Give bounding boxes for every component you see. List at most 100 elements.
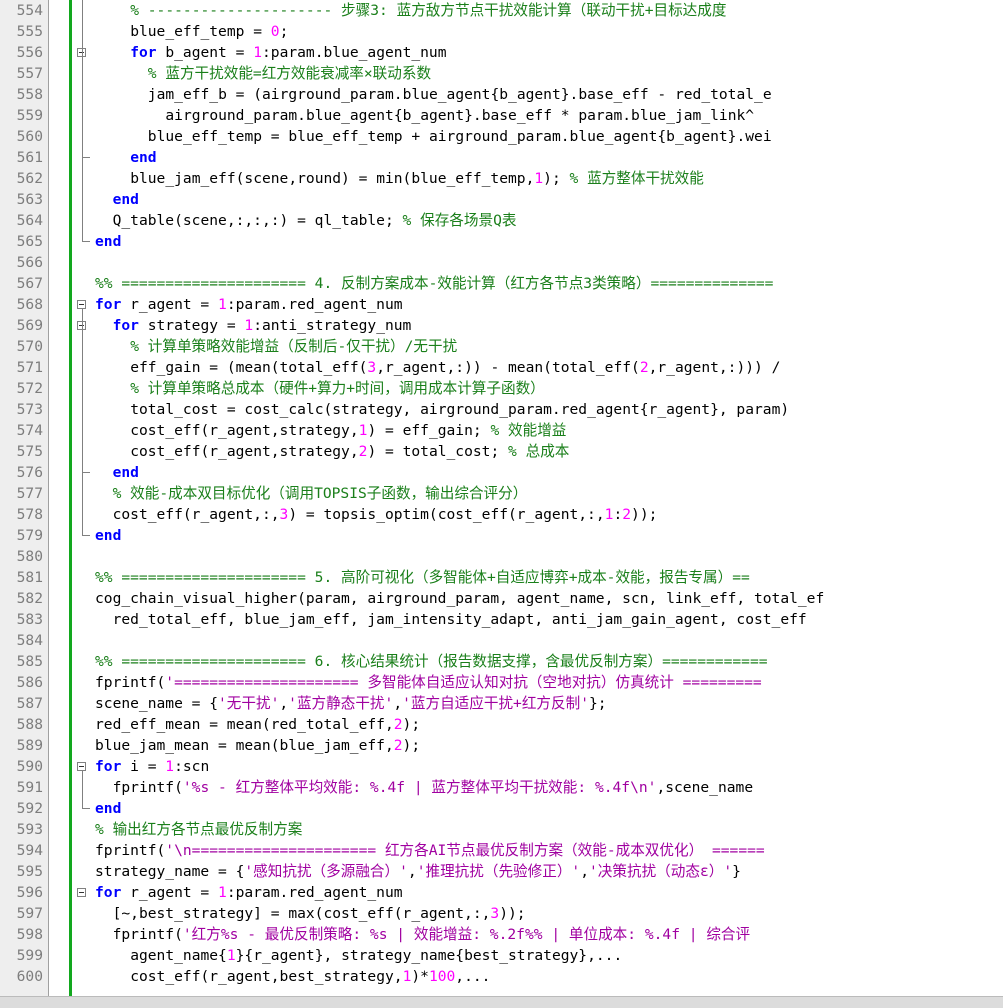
line-number: 575 <box>16 443 43 460</box>
code-line[interactable]: end <box>113 462 139 483</box>
line-number: 598 <box>16 926 43 943</box>
line-number: 576 <box>16 464 43 481</box>
code-line[interactable]: end <box>95 525 121 546</box>
code-text-area[interactable]: % --------------------- 步骤3: 蓝方敌方节点干扰效能计… <box>72 0 1003 996</box>
code-line[interactable]: fprintf('===================== 多智能体自适应认知… <box>95 672 762 693</box>
code-token: 0 <box>270 23 280 40</box>
code-line[interactable]: red_eff_mean = mean(red_total_eff,2); <box>95 714 420 735</box>
code-line[interactable]: cost_eff(r_agent,strategy,2) = total_cos… <box>130 441 569 462</box>
code-line[interactable]: blue_eff_temp = 0; <box>130 21 288 42</box>
line-number: 556 <box>16 44 43 61</box>
code-token: for <box>112 317 139 334</box>
code-token: '蓝方自适应干扰+红方反制' <box>402 695 590 712</box>
code-token: ); <box>402 737 421 754</box>
code-line[interactable]: % --------------------- 步骤3: 蓝方敌方节点干扰效能计… <box>130 0 726 21</box>
code-token: }{r_agent}, strategy_name{best_strategy}… <box>235 947 623 964</box>
code-token: % 蓝方整体干扰效能 <box>569 170 704 187</box>
code-token: blue_jam_mean = mean(blue_jam_eff, <box>95 737 394 754</box>
code-line[interactable]: %% ===================== 5. 高阶可视化（多智能体+自… <box>95 567 750 588</box>
line-number: 580 <box>16 548 43 565</box>
code-line[interactable]: cost_eff(r_agent,:,3) = topsis_optim(cos… <box>113 504 658 525</box>
code-token: jam_eff_b = (airground_param.blue_agent{… <box>147 86 772 103</box>
code-token: %% ===================== 6. 核心结果统计（报告数据支… <box>95 653 768 670</box>
code-line[interactable]: for b_agent = 1:param.blue_agent_num <box>130 42 446 63</box>
code-line[interactable]: jam_eff_b = (airground_param.blue_agent{… <box>148 84 772 105</box>
code-line[interactable]: Q_table(scene,:,:,:) = ql_table; % 保存各场景… <box>113 210 517 231</box>
code-token: :anti_strategy_num <box>253 317 412 334</box>
code-line[interactable]: [~,best_strategy] = max(cost_eff(r_agent… <box>113 903 526 924</box>
code-line[interactable]: % 计算单策略效能增益（反制后-仅干扰）/无干扰 <box>130 336 457 357</box>
code-line[interactable]: cost_eff(r_agent,best_strategy,1)*100,..… <box>130 966 490 987</box>
line-number: 560 <box>16 128 43 145</box>
code-token: )); <box>631 506 658 523</box>
code-token: end <box>130 149 157 166</box>
code-token: 1 <box>534 170 544 187</box>
code-line[interactable]: fprintf('红方%s - 最优反制策略: %s | 效能增益: %.2f%… <box>113 924 751 945</box>
code-line[interactable]: end <box>95 798 121 819</box>
code-token: 1 <box>253 44 262 61</box>
code-token: : <box>613 506 623 523</box>
code-token: % 计算单策略效能增益（反制后-仅干扰）/无干扰 <box>130 338 458 355</box>
code-token: blue_jam_eff(scene,round) = min(blue_eff… <box>130 170 535 187</box>
code-line[interactable]: %% ===================== 6. 核心结果统计（报告数据支… <box>95 651 768 672</box>
code-token: total_cost = cost_calc(strategy, airgrou… <box>130 401 790 418</box>
code-line[interactable]: for r_agent = 1:param.red_agent_num <box>95 294 403 315</box>
code-token: ) = topsis_optim(cost_eff(r_agent,:, <box>288 506 605 523</box>
code-line[interactable]: eff_gain = (mean(total_eff(3,r_agent,:))… <box>130 357 780 378</box>
code-token: blue_eff_temp = blue_eff_temp + airgroun… <box>147 128 772 145</box>
code-token: '感知抗扰（多源融合）' <box>244 863 408 880</box>
code-token: agent_name{ <box>130 947 227 964</box>
line-number: 586 <box>16 674 43 691</box>
fold-end-marker <box>82 535 90 536</box>
fold-toggle-icon[interactable] <box>77 300 86 309</box>
code-token: b_agent = <box>156 44 254 61</box>
code-line[interactable]: blue_eff_temp = blue_eff_temp + airgroun… <box>148 126 772 147</box>
code-token: ); <box>402 716 421 733</box>
code-token: % 输出红方各节点最优反制方案 <box>95 821 303 838</box>
line-number: 569 <box>16 317 43 334</box>
code-token: end <box>112 191 139 208</box>
code-token: end <box>95 800 122 817</box>
code-line[interactable]: end <box>130 147 156 168</box>
code-token: }; <box>589 695 607 712</box>
code-token: strategy_name = { <box>95 863 245 880</box>
code-token: %% ===================== 4. 反制方案成本-效能计算（… <box>95 275 774 292</box>
code-line[interactable]: cost_eff(r_agent,strategy,1) = eff_gain;… <box>130 420 566 441</box>
code-line[interactable]: for i = 1:scn <box>95 756 209 777</box>
code-line[interactable]: cog_chain_visual_higher(param, airground… <box>95 588 824 609</box>
code-line[interactable]: agent_name{1}{r_agent}, strategy_name{be… <box>130 945 622 966</box>
code-token: eff_gain = (mean(total_eff( <box>130 359 368 376</box>
code-line[interactable]: for r_agent = 1:param.red_agent_num <box>95 882 403 903</box>
code-line[interactable]: end <box>95 231 121 252</box>
line-number: 590 <box>16 758 43 775</box>
code-line[interactable]: % 效能-成本双目标优化（调用TOPSIS子函数，输出综合评分） <box>113 483 528 504</box>
code-line[interactable]: % 计算单策略总成本（硬件+算力+时间，调用成本计算子函数） <box>130 378 545 399</box>
fold-toggle-icon[interactable] <box>77 762 86 771</box>
line-number: 554 <box>16 2 43 19</box>
code-line[interactable]: end <box>113 189 139 210</box>
line-number: 565 <box>16 233 43 250</box>
fold-guide-line <box>82 771 83 808</box>
fold-end-marker <box>82 157 90 158</box>
code-line[interactable]: strategy_name = {'感知抗扰（多源融合）','推理抗扰（先验修正… <box>95 861 741 882</box>
horizontal-scrollbar[interactable] <box>0 996 1003 1008</box>
code-line[interactable]: %% ===================== 4. 反制方案成本-效能计算（… <box>95 273 773 294</box>
code-line[interactable]: for strategy = 1:anti_strategy_num <box>113 315 412 336</box>
code-line[interactable]: total_cost = cost_calc(strategy, airgrou… <box>130 399 789 420</box>
code-line[interactable]: fprintf('%s - 红方整体平均效能: %.4f | 蓝方整体平均干扰效… <box>113 777 754 798</box>
code-line[interactable]: red_total_eff, blue_jam_eff, jam_intensi… <box>113 609 807 630</box>
code-editor[interactable]: 554 555 556 557 558 559 560 561 562 563 564 565 566 5… <box>0 0 1003 996</box>
code-token: 1 <box>165 758 175 775</box>
code-token: :scn <box>174 758 210 775</box>
fold-toggle-icon[interactable] <box>77 888 86 897</box>
code-line[interactable]: % 蓝方干扰效能=红方效能衰减率×联动系数 <box>148 63 431 84</box>
code-token: , <box>279 695 289 712</box>
code-line[interactable]: scene_name = {'无干扰','蓝方静态干扰','蓝方自适应干扰+红方… <box>95 693 607 714</box>
line-number: 583 <box>16 611 43 628</box>
code-line[interactable]: % 输出红方各节点最优反制方案 <box>95 819 302 840</box>
code-line[interactable]: airground_param.blue_agent{b_agent}.base… <box>165 105 754 126</box>
code-line[interactable]: blue_jam_mean = mean(blue_jam_eff,2); <box>95 735 420 756</box>
code-line[interactable]: blue_jam_eff(scene,round) = min(blue_eff… <box>130 168 704 189</box>
code-line[interactable]: fprintf('\n===================== 红方各AI节点… <box>95 840 765 861</box>
line-number: 574 <box>16 422 43 439</box>
